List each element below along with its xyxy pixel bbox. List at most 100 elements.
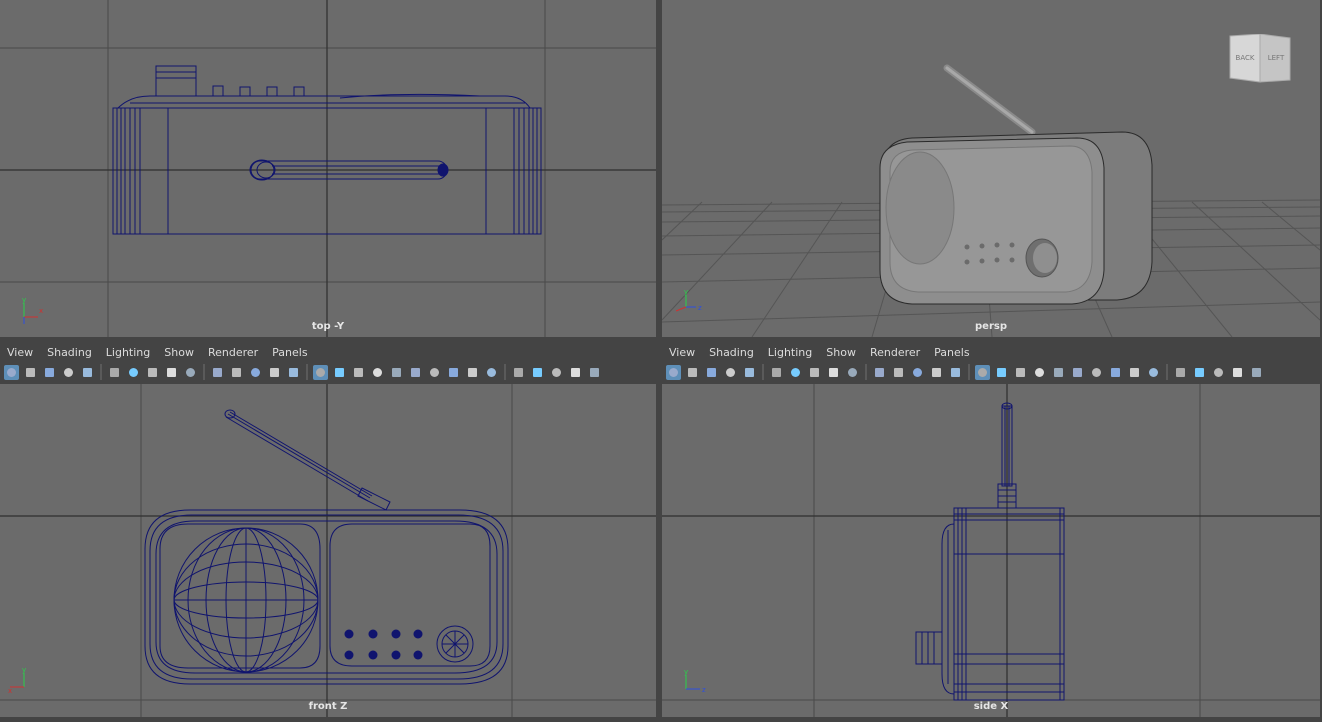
viewcube[interactable]: BACK LEFT: [1228, 34, 1292, 84]
bounding-box-icon[interactable]: [1013, 365, 1028, 380]
viewport-persp[interactable]: BACK LEFT y z persp: [662, 0, 1320, 337]
grease-pencil-icon[interactable]: [742, 365, 757, 380]
safe-title-icon[interactable]: [929, 365, 944, 380]
field-chart-icon[interactable]: [229, 365, 244, 380]
bounding-box-icon[interactable]: [351, 365, 366, 380]
toolbar-separator: [203, 364, 205, 380]
textured-icon[interactable]: [370, 365, 385, 380]
toolbar-separator: [865, 364, 867, 380]
axis-label-a: y: [22, 666, 26, 674]
lock-camera-icon[interactable]: [788, 365, 803, 380]
menu-panels[interactable]: Panels: [927, 346, 976, 359]
xray-icon[interactable]: [549, 365, 564, 380]
menu-lighting[interactable]: Lighting: [761, 346, 819, 359]
viewcube-back[interactable]: BACK: [1230, 54, 1260, 62]
menu-show[interactable]: Show: [819, 346, 863, 359]
shaded-wire-icon[interactable]: [389, 365, 404, 380]
ambient-occlusion-icon[interactable]: [446, 365, 461, 380]
menu-shading[interactable]: Shading: [40, 346, 99, 359]
menu-renderer[interactable]: Renderer: [201, 346, 265, 359]
bookmark-icon-glyph: [45, 367, 54, 377]
camera-icon[interactable]: [769, 365, 784, 380]
backface-icon[interactable]: [1249, 365, 1264, 380]
bookmark-icon[interactable]: [704, 365, 719, 380]
ambient-occlusion-icon-glyph: [1111, 367, 1120, 377]
xray-joints-icon[interactable]: [568, 365, 583, 380]
safe-title-icon[interactable]: [267, 365, 282, 380]
menu-shading[interactable]: Shading: [702, 346, 761, 359]
panel-toolbar-right: [662, 361, 1322, 383]
2d-pan-zoom-icon[interactable]: [807, 365, 822, 380]
safe-action-icon[interactable]: [248, 365, 263, 380]
camera-attributes-icon[interactable]: [685, 365, 700, 380]
menu-view[interactable]: View: [0, 346, 40, 359]
menu-panels[interactable]: Panels: [265, 346, 314, 359]
image-plane-icon-glyph: [64, 367, 73, 377]
menu-lighting[interactable]: Lighting: [99, 346, 157, 359]
xray-icon[interactable]: [1211, 365, 1226, 380]
image-plane-icon[interactable]: [723, 365, 738, 380]
resolution-gate-icon[interactable]: [183, 365, 198, 380]
pencil-icon[interactable]: [948, 365, 963, 380]
camera-attributes-icon[interactable]: [23, 365, 38, 380]
select-camera-icon[interactable]: [4, 364, 19, 380]
ambient-occlusion-icon[interactable]: [1108, 365, 1123, 380]
smooth-shade-icon[interactable]: [994, 365, 1009, 380]
camera-icon[interactable]: [107, 365, 122, 380]
backface-icon[interactable]: [587, 365, 602, 380]
viewport-top[interactable]: y x top -Y: [0, 0, 656, 337]
film-gate-icon[interactable]: [826, 365, 841, 380]
shadows-icon[interactable]: [1089, 365, 1104, 380]
film-gate-icon[interactable]: [164, 365, 179, 380]
top-view-scene: [0, 0, 656, 337]
side-view-scene: [662, 384, 1320, 717]
shaded-wire-icon[interactable]: [1051, 365, 1066, 380]
select-camera-icon[interactable]: [666, 364, 681, 380]
grid-icon[interactable]: [210, 365, 225, 380]
isolate-select-icon[interactable]: [1192, 365, 1207, 380]
menu-view[interactable]: View: [662, 346, 702, 359]
motion-blur-icon[interactable]: [465, 365, 480, 380]
xray-icon-glyph: [552, 367, 561, 377]
2d-pan-zoom-icon[interactable]: [145, 365, 160, 380]
grease-pencil-icon[interactable]: [80, 365, 95, 380]
wireframe-icon[interactable]: [975, 364, 990, 380]
camera-attributes-icon-glyph: [688, 367, 697, 377]
textured-icon[interactable]: [1032, 365, 1047, 380]
camera-label-top: top -Y: [311, 321, 345, 332]
shadows-icon[interactable]: [427, 365, 442, 380]
viewport-side[interactable]: y z side X: [662, 384, 1320, 717]
isolate-select-icon-glyph: [1195, 367, 1204, 377]
xray-joints-icon[interactable]: [1230, 365, 1245, 380]
resolution-gate-icon[interactable]: [845, 365, 860, 380]
camera-icon-glyph: [772, 367, 781, 377]
depth-of-field-icon[interactable]: [511, 365, 526, 380]
grid-icon[interactable]: [872, 365, 887, 380]
smooth-shade-icon[interactable]: [332, 365, 347, 380]
depth-of-field-icon[interactable]: [1173, 365, 1188, 380]
lock-camera-icon[interactable]: [126, 365, 141, 380]
anti-alias-icon[interactable]: [1146, 365, 1161, 380]
bookmark-icon[interactable]: [42, 365, 57, 380]
toolbar-separator: [100, 364, 102, 380]
viewport-front[interactable]: y x front Z: [0, 384, 656, 717]
pencil-icon[interactable]: [286, 365, 301, 380]
lights-icon[interactable]: [1070, 365, 1085, 380]
safe-action-icon[interactable]: [910, 365, 925, 380]
camera-label-persp: persp: [975, 321, 1007, 332]
camera-attributes-icon-glyph: [26, 367, 35, 377]
camera-icon-glyph: [110, 367, 119, 377]
motion-blur-icon[interactable]: [1127, 365, 1142, 380]
viewcube-left[interactable]: LEFT: [1262, 54, 1290, 62]
pencil-icon-glyph: [951, 367, 960, 377]
isolate-select-icon-glyph: [533, 367, 542, 377]
menu-renderer[interactable]: Renderer: [863, 346, 927, 359]
menu-show[interactable]: Show: [157, 346, 201, 359]
anti-alias-icon[interactable]: [484, 365, 499, 380]
field-chart-icon[interactable]: [891, 365, 906, 380]
lights-icon[interactable]: [408, 365, 423, 380]
image-plane-icon[interactable]: [61, 365, 76, 380]
isolate-select-icon[interactable]: [530, 365, 545, 380]
wireframe-icon[interactable]: [313, 364, 328, 380]
lights-icon-glyph: [411, 367, 420, 377]
